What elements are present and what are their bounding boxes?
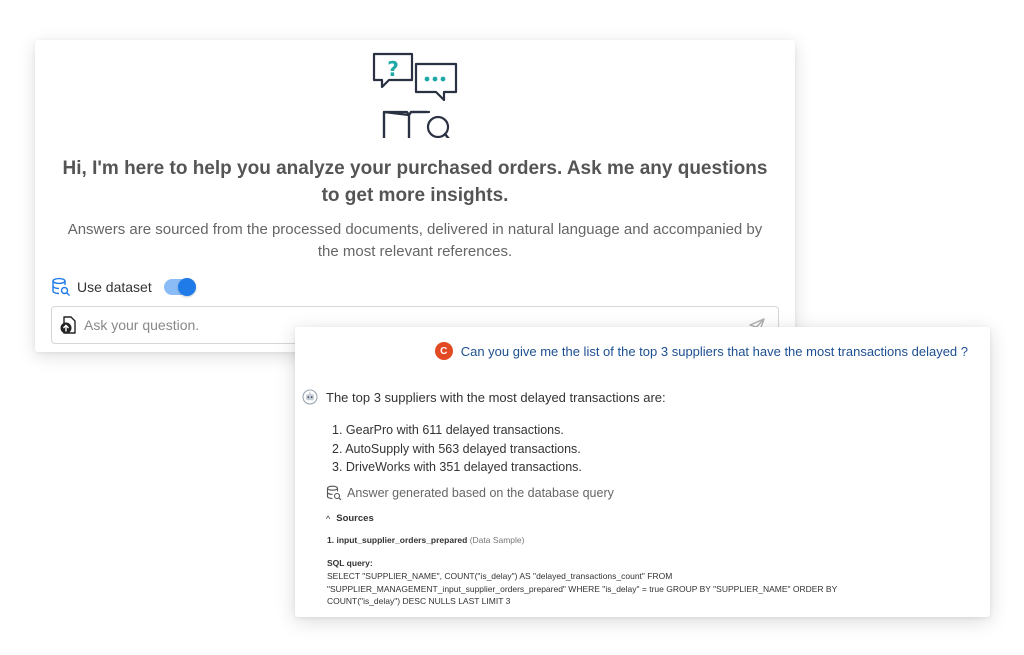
answer-list: 1. GearPro with 611 delayed transactions… — [332, 421, 582, 477]
sql-line: "SUPPLIER_MANAGEMENT_input_supplier_orde… — [327, 583, 838, 594]
dataset-row: Use dataset — [51, 276, 196, 298]
sql-query-label: SQL query: — [327, 558, 373, 568]
use-dataset-label: Use dataset — [77, 279, 152, 295]
bot-avatar-icon — [302, 389, 318, 405]
document-upload-icon[interactable] — [58, 315, 78, 335]
svg-text:?: ? — [387, 57, 399, 81]
list-item: 3. DriveWorks with 351 delayed transacti… — [332, 460, 582, 474]
source-number: 1. — [327, 535, 335, 545]
sql-query: SELECT "SUPPLIER_NAME", COUNT("is_delay"… — [327, 570, 927, 608]
source-tag: (Data Sample) — [469, 535, 525, 545]
user-avatar: C — [434, 342, 453, 360]
welcome-subtitle: Answers are sourced from the processed d… — [67, 221, 763, 260]
answer-intro: The top 3 suppliers with the most delaye… — [326, 389, 666, 405]
welcome-panel: ? Hi, I'm here to help you analyze your … — [35, 40, 795, 352]
answer-basis-text: Answer generated based on the database q… — [347, 486, 614, 500]
answer-basis: Answer generated based on the database q… — [326, 485, 614, 501]
sql-line: COUNT("is_delay") DESC NULLS LAST LIMIT … — [327, 596, 511, 606]
conversation-panel: C Can you give me the list of the top 3 … — [295, 327, 990, 617]
sql-line: SELECT "SUPPLIER_NAME", COUNT("is_delay"… — [327, 571, 673, 581]
sources-toggle[interactable]: ^ Sources — [326, 513, 374, 524]
chevron-up-icon: ^ — [326, 513, 331, 524]
welcome-greeting: Hi, I'm here to help you analyze your pu… — [62, 158, 768, 206]
source-item[interactable]: 1. input_supplier_orders_prepared (Data … — [327, 535, 525, 545]
chat-book-illustration-icon: ? — [372, 52, 458, 138]
database-search-icon — [326, 485, 342, 501]
bot-message-header: The top 3 suppliers with the most delaye… — [302, 389, 666, 405]
database-search-icon — [52, 277, 70, 296]
source-name: input_supplier_orders_prepared — [336, 535, 468, 545]
sources-label: Sources — [336, 513, 374, 524]
list-item: 2. AutoSupply with 563 delayed transacti… — [332, 441, 581, 456]
user-message: C Can you give me the list of the top 3 … — [434, 341, 968, 361]
toggle-knob — [177, 278, 196, 296]
list-item: 1. GearPro with 611 delayed transactions… — [332, 423, 564, 437]
use-dataset-toggle[interactable] — [163, 278, 196, 296]
user-question: Can you give me the list of the top 3 su… — [460, 343, 968, 359]
